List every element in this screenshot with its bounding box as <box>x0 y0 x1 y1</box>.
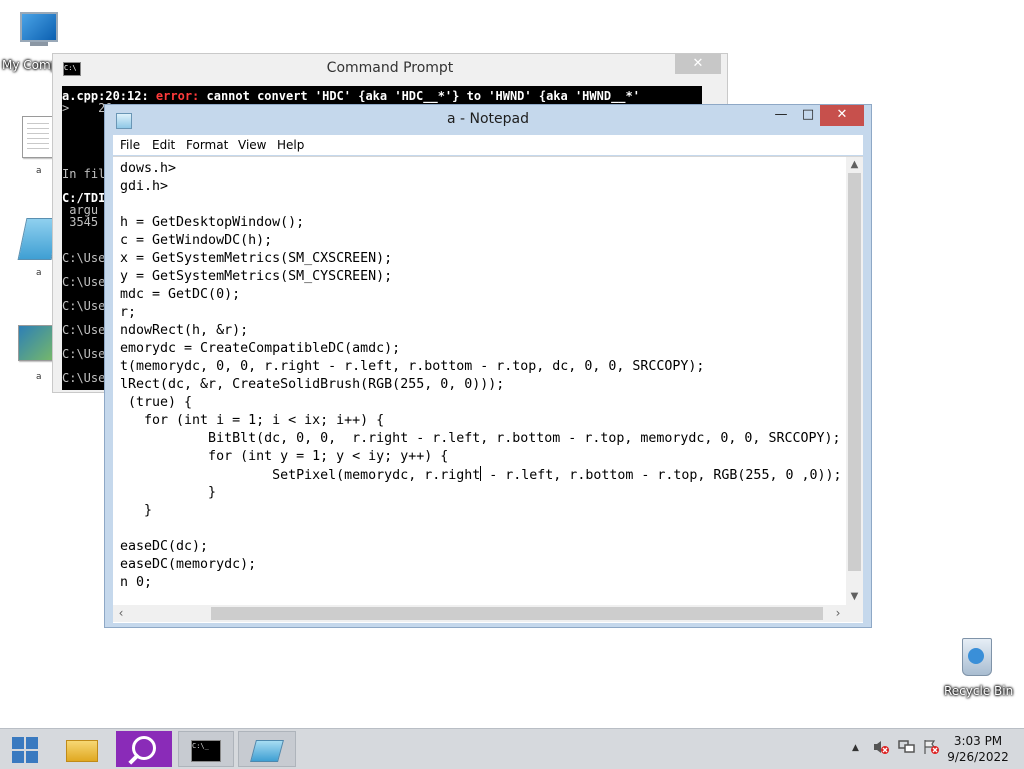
show-hidden-icons-arrow[interactable]: ▲ <box>852 743 859 753</box>
cmd-icon: C:\_ <box>191 740 221 762</box>
scroll-up-arrow-icon[interactable]: ▲ <box>846 157 863 173</box>
clock-time[interactable]: 3:03 PM <box>938 734 1018 748</box>
menu-file[interactable]: File <box>120 138 140 152</box>
image-file-label: a <box>36 372 42 382</box>
notepad-icon <box>250 740 284 762</box>
cmd-line: a.cpp:20:12: error: cannot convert 'HDC'… <box>62 89 640 103</box>
scroll-right-arrow-icon[interactable]: › <box>830 605 846 622</box>
code-line: n 0; <box>120 575 153 590</box>
scroll-corner <box>846 605 863 622</box>
code-line: h = GetDesktopWindow(); <box>120 215 305 230</box>
code-line: r; <box>120 305 137 320</box>
cmd-line: In fil <box>62 167 106 181</box>
notepad-window[interactable]: a - Notepad — □ ✕ File Edit Format View … <box>104 104 872 628</box>
folder-icon <box>66 740 98 762</box>
notepad-file-label: a <box>36 268 42 278</box>
volume-muted-icon[interactable] <box>872 739 890 758</box>
taskbar-notepad[interactable] <box>238 731 296 767</box>
recycle-logo-icon <box>968 648 984 664</box>
taskbar-command-prompt[interactable]: C:\_ <box>178 731 234 767</box>
network-icon[interactable] <box>898 739 916 758</box>
menu-view[interactable]: View <box>238 138 266 152</box>
menu-bar: File Edit Format View Help <box>113 135 863 155</box>
document-label: a <box>36 166 42 176</box>
code-line: easeDC(dc); <box>120 539 209 554</box>
horizontal-scrollbar[interactable]: ‹ › <box>113 605 846 622</box>
code-line: x = GetSystemMetrics(SM_CXSCREEN); <box>120 251 393 266</box>
code-line: y = GetSystemMetrics(SM_CYSCREEN); <box>120 269 393 284</box>
recycle-bin-icon[interactable] <box>956 632 996 678</box>
close-button[interactable]: ✕ <box>820 105 864 126</box>
code-line: } <box>120 503 153 518</box>
code-line: emorydc = CreateCompatibleDC(amdc); <box>120 341 401 356</box>
error-keyword: error: <box>155 89 200 103</box>
image-file-icon[interactable] <box>18 325 54 361</box>
maximize-button[interactable]: □ <box>795 105 821 126</box>
code-line: ndowRect(h, &r); <box>120 323 249 338</box>
cmd-line: C:\Use <box>62 323 106 337</box>
monitor-icon <box>20 12 58 42</box>
notepad-title: a - Notepad <box>446 111 530 127</box>
cmd-title: Command Prompt <box>326 60 454 76</box>
code-before-caret: SetPixel(memorydc, r.right <box>120 468 481 483</box>
editor-text[interactable]: dows.h> gdi.h> h = GetDesktopWindow(); c… <box>120 160 842 604</box>
cmd-line: C:\Use <box>62 299 106 313</box>
horizontal-scroll-thumb[interactable] <box>211 607 823 620</box>
clock-date[interactable]: 9/26/2022 <box>938 750 1018 764</box>
code-line: mdc = GetDC(0); <box>120 287 241 302</box>
vertical-scroll-thumb[interactable] <box>848 173 861 571</box>
scroll-down-arrow-icon[interactable]: ▼ <box>846 589 863 605</box>
code-line: for (int i = 1; i < ix; i++) { <box>120 413 385 428</box>
editor-area[interactable]: dows.h> gdi.h> h = GetDesktopWindow(); c… <box>113 156 863 623</box>
cmd-line: C:\Use <box>62 347 106 361</box>
code-line: t(memorydc, 0, 0, r.right - r.left, r.bo… <box>120 359 705 374</box>
minimize-button[interactable]: — <box>767 105 795 126</box>
code-line: gdi.h> <box>120 179 169 194</box>
scroll-left-arrow-icon[interactable]: ‹ <box>113 605 129 622</box>
code-line: for (int y = 1; y < iy; y++) { <box>120 449 449 464</box>
code-line: } <box>120 485 217 500</box>
search-button[interactable] <box>116 731 172 767</box>
code-line: (true) { <box>120 395 193 410</box>
code-line: BitBlt(dc, 0, 0, r.right - r.left, r.bot… <box>120 431 841 446</box>
menu-format[interactable]: Format <box>186 138 228 152</box>
cmd-titlebar[interactable]: C:\ Command Prompt ✕ <box>53 54 727 84</box>
code-line: easeDC(memorydc); <box>120 557 257 572</box>
cmd-line: C:\Use <box>62 371 106 385</box>
taskbar: C:\_ ▲ 3:03 PM 9/26/2022 <box>0 728 1024 769</box>
vertical-scrollbar[interactable]: ▲ ▼ <box>846 157 863 605</box>
menu-help[interactable]: Help <box>277 138 304 152</box>
file-explorer-button[interactable] <box>60 731 104 767</box>
code-after-caret: - r.left, r.bottom - r.top, RGB(255, 0 ,… <box>481 468 842 483</box>
text-document-icon[interactable] <box>22 116 54 158</box>
cmd-line: 3545 <box>62 215 99 229</box>
cmd-line: C:\Use <box>62 275 106 289</box>
code-line: dows.h> <box>120 161 177 176</box>
code-line-with-caret: SetPixel(memorydc, r.right - r.left, r.b… <box>120 466 842 484</box>
cmd-close-button[interactable]: ✕ <box>675 54 721 74</box>
recycle-bin-label: Recycle Bin <box>944 684 1014 698</box>
windows-logo-icon <box>12 737 24 749</box>
code-line: c = GetWindowDC(h); <box>120 233 273 248</box>
code-line: lRect(dc, &r, CreateSolidBrush(RGB(255, … <box>120 377 505 392</box>
start-button[interactable] <box>10 735 40 763</box>
cmd-line: C:\Use <box>62 251 106 265</box>
menu-edit[interactable]: Edit <box>152 138 175 152</box>
